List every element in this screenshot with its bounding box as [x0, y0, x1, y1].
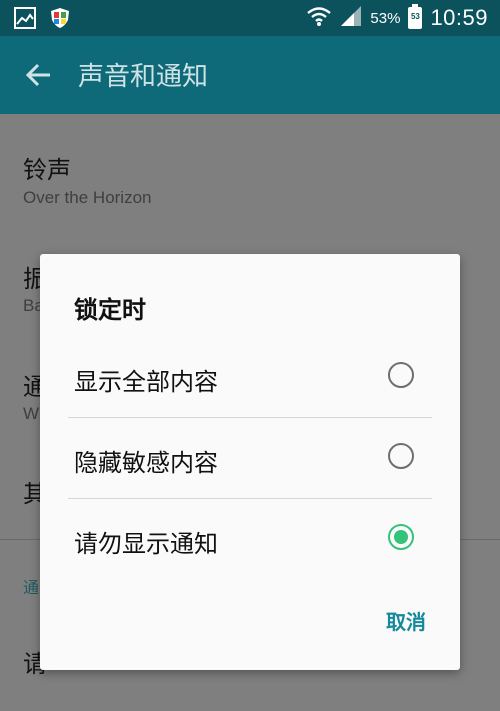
option-dont-show[interactable]: 请勿显示通知 — [40, 500, 460, 580]
divider — [68, 417, 432, 418]
option-show-all[interactable]: 显示全部内容 — [40, 338, 460, 418]
radio-button[interactable] — [388, 443, 414, 469]
battery-level: 53 — [410, 12, 420, 21]
wifi-icon — [306, 5, 332, 31]
app-bar: 声音和通知 — [0, 36, 500, 114]
radio-button-selected[interactable] — [388, 524, 414, 550]
gallery-icon — [14, 7, 36, 33]
option-label: 隐藏敏感内容 — [74, 449, 218, 477]
list-item-subtitle: W — [23, 404, 40, 423]
ringtone-subtitle: Over the Horizon — [23, 188, 152, 207]
clock: 10:59 — [430, 5, 488, 30]
battery-icon: 53 — [408, 4, 423, 29]
lock-screen-dialog: 锁定时 显示全部内容 隐藏敏感内容 请勿显示通知 取消 — [40, 254, 460, 670]
signal-icon — [340, 5, 362, 31]
option-label: 显示全部内容 — [74, 368, 218, 396]
option-hide-sensitive[interactable]: 隐藏敏感内容 — [40, 419, 460, 499]
page-title: 声音和通知 — [78, 62, 209, 92]
shield-icon — [50, 7, 70, 33]
radio-button[interactable] — [388, 362, 414, 388]
back-button[interactable] — [24, 60, 54, 90]
dialog-title: 锁定时 — [74, 296, 146, 324]
arrow-left-icon — [25, 63, 50, 87]
cancel-button[interactable]: 取消 — [386, 606, 426, 635]
status-right: 53% 53 10:59 — [306, 0, 488, 36]
divider — [68, 498, 432, 499]
battery-percent: 53% — [370, 9, 401, 27]
status-bar: 53% 53 10:59 — [0, 0, 500, 36]
status-left-icons — [14, 7, 70, 33]
section-header: 通 — [23, 578, 40, 597]
option-label: 请勿显示通知 — [74, 530, 218, 558]
ringtone-title[interactable]: 铃声 — [23, 150, 71, 185]
